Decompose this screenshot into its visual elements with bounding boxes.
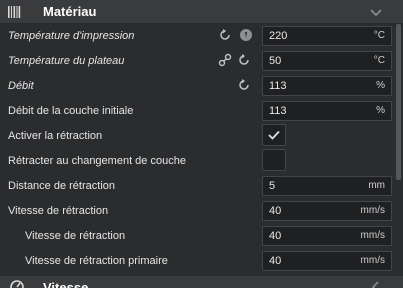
chevron-left-icon[interactable] — [368, 279, 384, 288]
section-title: Matériau — [43, 4, 97, 19]
initial-layer-flow-input[interactable]: 113 % — [262, 101, 392, 121]
enable-retraction-checkbox[interactable] — [262, 124, 286, 146]
setting-row-flow: Débit 113 % — [0, 74, 403, 99]
checkmark-icon — [268, 130, 280, 140]
setting-label: Débit — [8, 80, 34, 92]
retraction-retract-speed-input[interactable]: 40 mm/s — [262, 226, 392, 246]
section-title: Vitesse — [43, 280, 89, 288]
setting-label: Débit de la couche initiale — [8, 105, 134, 117]
setting-label: Vitesse de rétraction — [25, 230, 126, 242]
section-header-speed[interactable]: Vitesse — [0, 276, 403, 288]
setting-label: Température d'impression — [8, 30, 135, 42]
retraction-speed-input[interactable]: 40 mm/s — [262, 201, 392, 221]
setting-row-retraction-speed: Vitesse de rétraction 40 mm/s — [0, 199, 403, 224]
print-temperature-input[interactable]: 220 °C — [262, 26, 392, 46]
setting-label: Activer la rétraction — [8, 130, 103, 142]
bed-temperature-input[interactable]: 50 °C — [262, 51, 392, 71]
reset-icon[interactable] — [237, 53, 251, 67]
retraction-prime-speed-input[interactable]: 40 mm/s — [262, 251, 392, 271]
setting-row-enable-retraction: Activer la rétraction — [0, 124, 403, 149]
setting-label: Distance de rétraction — [8, 180, 115, 192]
reset-icon[interactable] — [218, 28, 232, 42]
setting-row-retraction-retract-speed: Vitesse de rétraction 40 mm/s — [0, 224, 403, 249]
material-spool-icon — [8, 6, 21, 18]
setting-row-retraction-prime-speed: Vitesse de rétraction primaire 40 mm/s — [0, 249, 403, 274]
speed-gauge-icon — [10, 280, 24, 288]
setting-label: Rétracter au changement de couche — [8, 155, 186, 167]
setting-row-initial-layer-flow: Débit de la couche initiale 113 % — [0, 99, 403, 124]
setting-row-retract-layer-change: Rétracter au changement de couche — [0, 149, 403, 174]
retract-layer-change-checkbox[interactable] — [262, 149, 286, 171]
retraction-distance-input[interactable]: 5 mm — [262, 176, 392, 196]
setting-label: Température du plateau — [8, 55, 125, 67]
section-header-material[interactable]: Matériau — [0, 0, 403, 24]
setting-label: Vitesse de rétraction primaire — [25, 255, 168, 267]
setting-row-print-temperature: Température d'impression 220 °C — [0, 24, 403, 49]
setting-row-bed-temperature: Température du plateau 50 °C — [0, 49, 403, 74]
setting-label: Vitesse de rétraction — [8, 205, 109, 217]
chevron-down-icon[interactable] — [368, 4, 384, 20]
scrollbar[interactable] — [396, 24, 401, 180]
setting-row-retraction-distance: Distance de rétraction 5 mm — [0, 174, 403, 199]
flow-input[interactable]: 113 % — [262, 76, 392, 96]
link-icon[interactable] — [218, 53, 232, 67]
info-icon[interactable] — [239, 28, 253, 42]
reset-icon[interactable] — [237, 78, 251, 92]
